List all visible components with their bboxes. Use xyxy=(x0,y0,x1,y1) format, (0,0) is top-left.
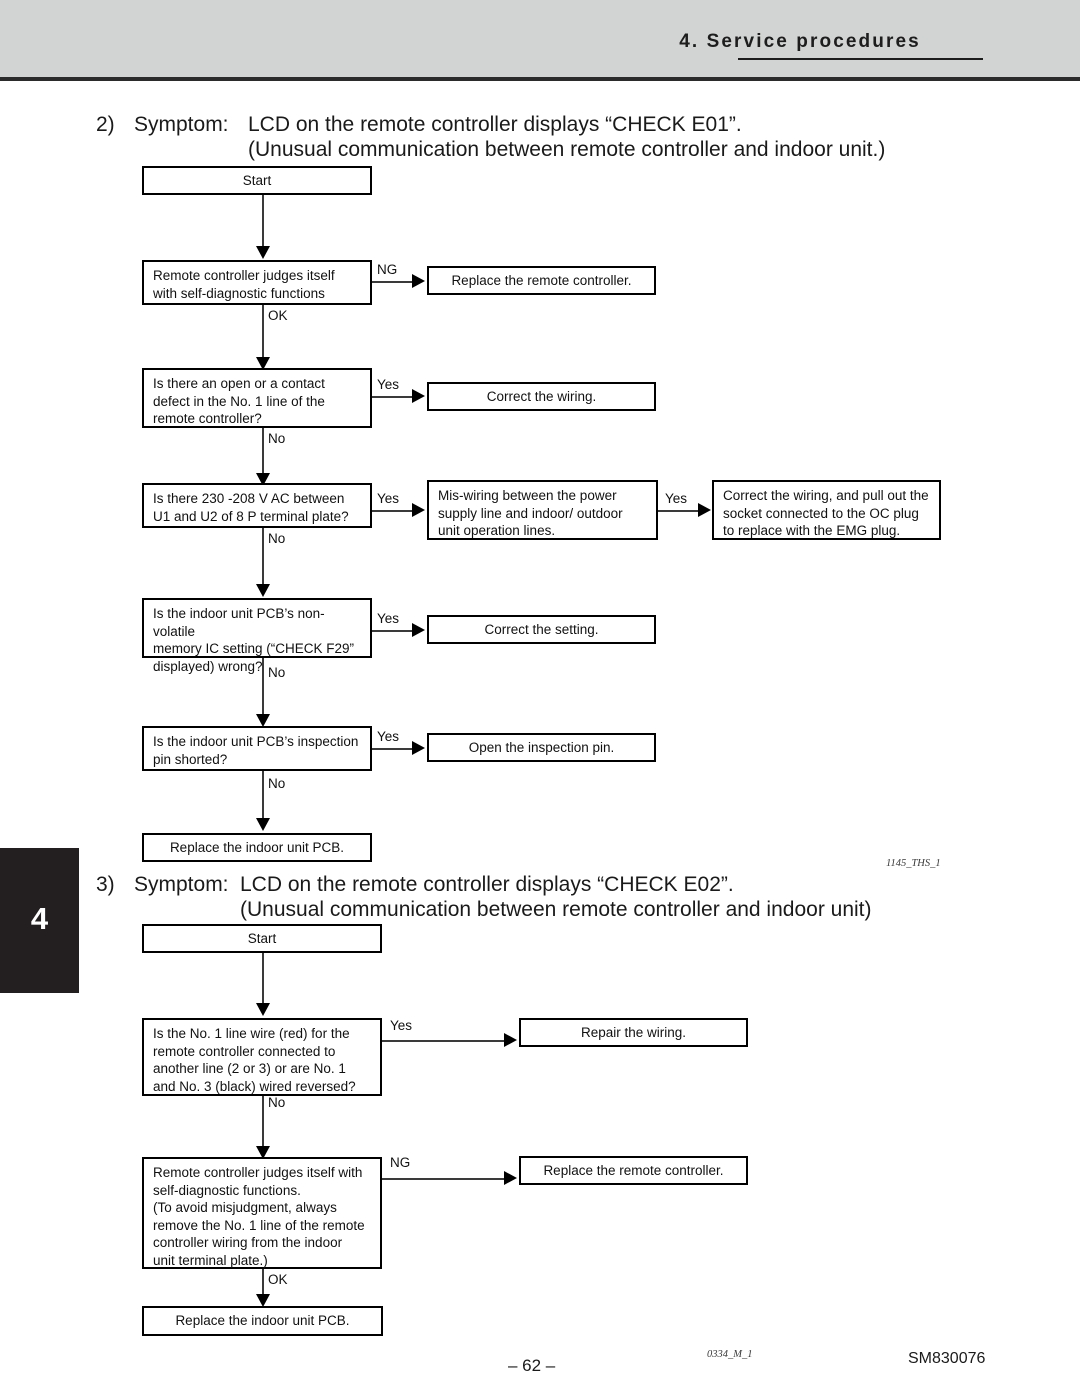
arrowhead-q2-yes-icon xyxy=(412,389,425,403)
connector-a3-yes xyxy=(658,510,703,512)
arrowhead-q5-to-end-icon xyxy=(256,818,270,831)
figure-reference-e01: 1145_THS_1 xyxy=(886,858,941,869)
flow-box-q1-selfdiag-e01: Remote controller judges itself with sel… xyxy=(142,260,372,305)
edge-label-yes-a3: Yes xyxy=(665,491,688,506)
flow-box-q4-memory-ic-e01: Is the indoor unit PCB’s non-volatile me… xyxy=(142,598,372,674)
flow-box-start-e01: Start xyxy=(142,166,372,195)
flow-box-a1-repair-wiring-e02: Repair the wiring. xyxy=(519,1018,748,1047)
header-divider-highlight xyxy=(0,81,1080,82)
flow-box-q2-open-contact-e01: Is there an open or a contact defect in … xyxy=(142,368,372,428)
arrowhead-q2-ng-e02-icon xyxy=(504,1171,517,1185)
flow-box-a3b-emg-plug-e01: Correct the wiring, and pull out the soc… xyxy=(712,480,941,540)
arrowhead-start-to-q1-e02-icon xyxy=(256,1003,270,1016)
edge-label-yes-q3: Yes xyxy=(377,491,400,506)
footer-page-number: – 62 – xyxy=(508,1356,556,1375)
connector-q1-to-q2 xyxy=(262,305,264,363)
flow-box-a2-replace-rc-e02: Replace the remote controller. xyxy=(519,1156,748,1185)
flow-box-end-replace-pcb-e02: Replace the indoor unit PCB. xyxy=(142,1306,383,1336)
connector-start-to-q1-e02 xyxy=(262,953,264,1006)
section-3-label: Symptom: xyxy=(134,873,229,896)
edge-label-no-q4: No xyxy=(268,665,286,680)
connector-q4-to-q5 xyxy=(262,658,264,720)
arrowhead-a3-yes-icon xyxy=(698,503,711,517)
edge-label-yes-q1-e02: Yes xyxy=(390,1018,413,1033)
section-2-line2: (Unusual communication between remote co… xyxy=(248,138,886,161)
flow-box-a5-open-pin-e01: Open the inspection pin. xyxy=(427,733,656,762)
edge-label-no-q5: No xyxy=(268,776,286,791)
flow-box-end-replace-pcb-e01: Replace the indoor unit PCB. xyxy=(142,833,372,862)
connector-q1-yes-e02 xyxy=(382,1040,509,1042)
flow-box-a2-correct-wiring-e01: Correct the wiring. xyxy=(427,382,656,411)
arrowhead-q3-yes-icon xyxy=(412,503,425,517)
connector-q5-to-end xyxy=(262,771,264,823)
edge-label-yes-q2: Yes xyxy=(377,377,400,392)
connector-q4-yes xyxy=(372,630,417,632)
edge-label-ok-q2-e02: OK xyxy=(268,1272,288,1287)
flow-box-start-e02: Start xyxy=(142,924,382,953)
arrowhead-q1-yes-e02-icon xyxy=(504,1033,517,1047)
footer-document-code: SM830076 xyxy=(908,1350,986,1367)
section-2-number: 2) xyxy=(96,113,115,136)
connector-start-to-q1 xyxy=(262,195,264,248)
connector-q2-ng-e02 xyxy=(382,1178,509,1180)
edge-label-no-q1-e02: No xyxy=(268,1095,286,1110)
arrowhead-q4-yes-icon xyxy=(412,623,425,637)
flow-box-q1-wire-red-e02: Is the No. 1 line wire (red) for the rem… xyxy=(142,1018,382,1096)
section-2-line1: LCD on the remote controller displays “C… xyxy=(248,113,742,136)
flow-box-a4-correct-setting-e01: Correct the setting. xyxy=(427,615,656,644)
arrowhead-q3-to-q4-icon xyxy=(256,584,270,597)
edge-label-yes-q4: Yes xyxy=(377,611,400,626)
page-title-underline xyxy=(738,58,983,60)
edge-label-ok-q1: OK xyxy=(268,308,288,323)
arrowhead-q1-ng-icon xyxy=(412,274,425,288)
section-3-line1: LCD on the remote controller displays “C… xyxy=(240,873,734,896)
section-3-line2: (Unusual communication between remote co… xyxy=(240,898,872,921)
edge-label-ng-q2-e02: NG xyxy=(390,1155,411,1170)
figure-reference-e02: 0334_M_1 xyxy=(707,1349,753,1360)
arrowhead-start-to-q1-icon xyxy=(256,246,270,259)
section-2-label: Symptom: xyxy=(134,113,229,136)
connector-q1-to-q2-e02 xyxy=(262,1096,264,1150)
chapter-tab: 4 xyxy=(0,848,79,993)
flow-box-q3-voltage-e01: Is there 230 -208 V AC between U1 and U2… xyxy=(142,483,372,528)
edge-label-yes-q5: Yes xyxy=(377,729,400,744)
page-title: 4. Service procedures xyxy=(679,31,921,52)
edge-label-no-q3: No xyxy=(268,531,286,546)
flow-box-a1-replace-rc-e01: Replace the remote controller. xyxy=(427,266,656,295)
connector-q1-ng xyxy=(372,281,417,283)
flow-box-a3-miswiring-e01: Mis-wiring between the power supply line… xyxy=(427,480,658,540)
connector-q2-yes xyxy=(372,396,417,398)
edge-label-ng-q1: NG xyxy=(377,262,398,277)
connector-q5-yes xyxy=(372,748,417,750)
flow-box-q5-inspection-pin-e01: Is the indoor unit PCB’s inspection pin … xyxy=(142,726,372,771)
connector-q3-to-q4 xyxy=(262,528,264,590)
flow-box-q2-selfdiag-e02: Remote controller judges itself with sel… xyxy=(142,1157,382,1269)
edge-label-no-q2: No xyxy=(268,431,286,446)
arrowhead-q5-yes-icon xyxy=(412,741,425,755)
connector-q3-yes xyxy=(372,510,417,512)
chapter-tab-number: 4 xyxy=(30,901,49,936)
section-3-number: 3) xyxy=(96,873,115,896)
